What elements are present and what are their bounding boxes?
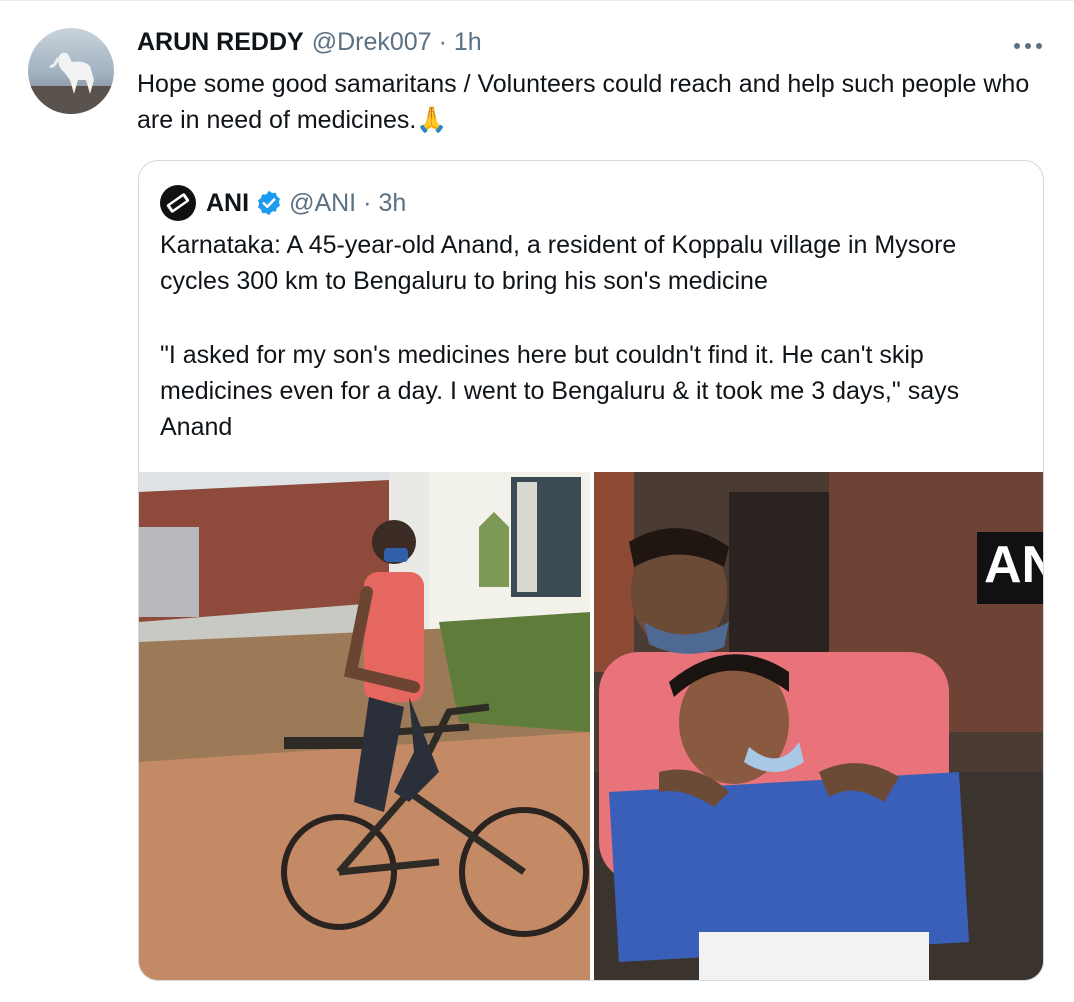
quoted-tweet-paragraph-2: "I asked for my son's medicines here but… [160, 341, 960, 441]
man-on-bicycle-photo[interactable] [139, 472, 590, 981]
quoted-tweet-paragraph-1: Karnataka: A 45-year-old Anand, a reside… [160, 231, 957, 295]
author-handle[interactable]: @Drek007 [312, 28, 432, 57]
ani-watermark: AN [984, 536, 1044, 594]
praying-hands-emoji: 🙏 [416, 106, 448, 134]
tweet-header: ARUN REDDY @Drek007 · 1h [137, 28, 482, 62]
verified-badge-icon [258, 190, 281, 216]
author-avatar[interactable] [28, 28, 114, 114]
separator: · [438, 28, 447, 56]
quoted-author-name[interactable]: ANI [206, 189, 249, 218]
more-options-button[interactable] [1012, 30, 1044, 62]
quoted-author-handle[interactable]: @ANI [289, 189, 356, 218]
father-and-son-photo[interactable]: AN [594, 472, 1044, 981]
ani-logo-icon [161, 186, 195, 220]
quoted-tweet-header: ANI @ANI · 3h [160, 183, 406, 223]
ani-avatar[interactable] [160, 185, 196, 221]
quoted-tweet-time[interactable]: 3h [378, 189, 406, 218]
verified-badge [255, 189, 283, 217]
quoted-separator: · [363, 188, 372, 217]
tweet-time[interactable]: 1h [454, 28, 482, 57]
tweet-body: Hope some good samaritans / Volunteers c… [137, 70, 1030, 134]
quoted-tweet-card[interactable]: ANI @ANI · 3h Karnataka: A 45-year-old A… [138, 160, 1044, 981]
horse-avatar-icon [28, 28, 114, 114]
tweet-text: Hope some good samaritans / Volunteers c… [137, 66, 1037, 138]
author-name[interactable]: ARUN REDDY [137, 28, 304, 57]
top-divider [0, 0, 1074, 1]
more-options-icon [1014, 43, 1042, 49]
quoted-tweet-media[interactable]: AN [139, 472, 1044, 981]
